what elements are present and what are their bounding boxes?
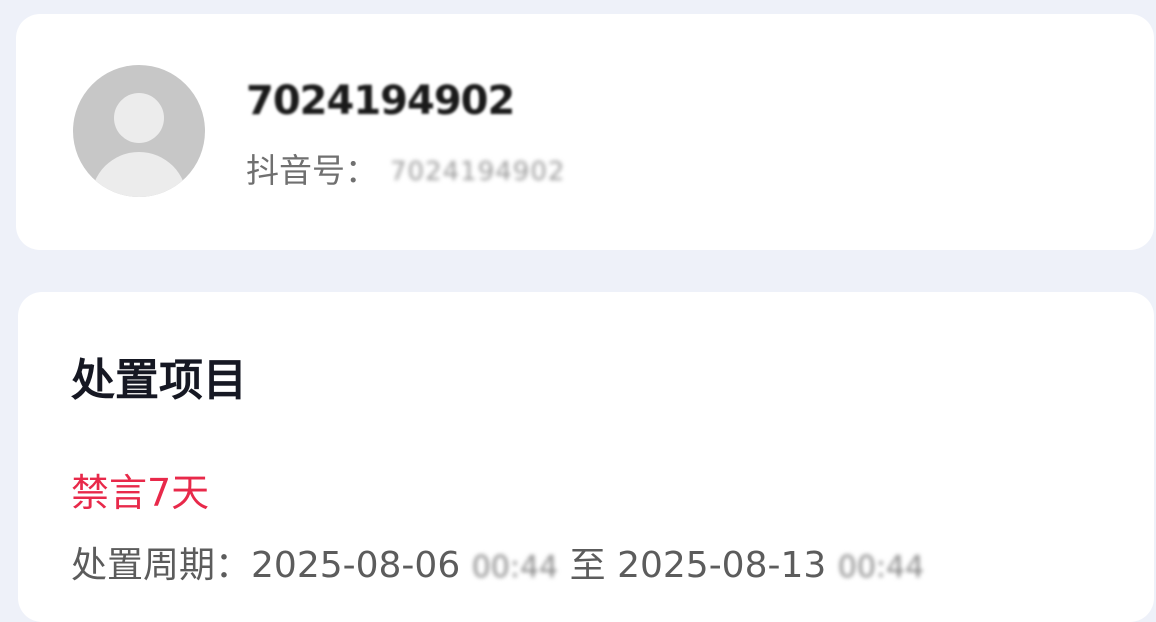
avatar-head-shape (114, 93, 164, 143)
period-end-date: 2025-08-13 (617, 545, 827, 586)
period-start-time: 00:44 (471, 550, 559, 585)
avatar-body-shape (91, 152, 187, 197)
penalty-name: 禁言7天 (71, 471, 210, 515)
period-label: 处置周期： (71, 545, 252, 586)
penalty-period-row: 处置周期：2025-08-06 00:44 至 2025-08-13 00:44 (71, 536, 924, 588)
section-title: 处置项目 (71, 355, 247, 406)
douyin-id-row: 抖音号： 7024194902 (246, 144, 565, 192)
period-separator: 至 (569, 545, 606, 586)
penalty-details-card: 处置项目 禁言7天 处置周期：2025-08-06 00:44 至 2025-0… (18, 292, 1154, 622)
user-nickname: 7024194902 (246, 78, 515, 124)
douyin-id-label: 抖音号： (246, 151, 378, 190)
douyin-id-value: 7024194902 (390, 157, 566, 187)
user-profile-card: 7024194902 抖音号： 7024194902 (16, 14, 1154, 250)
period-end-time: 00:44 (837, 550, 925, 585)
period-start-date: 2025-08-06 (251, 545, 461, 586)
avatar[interactable] (73, 65, 205, 197)
